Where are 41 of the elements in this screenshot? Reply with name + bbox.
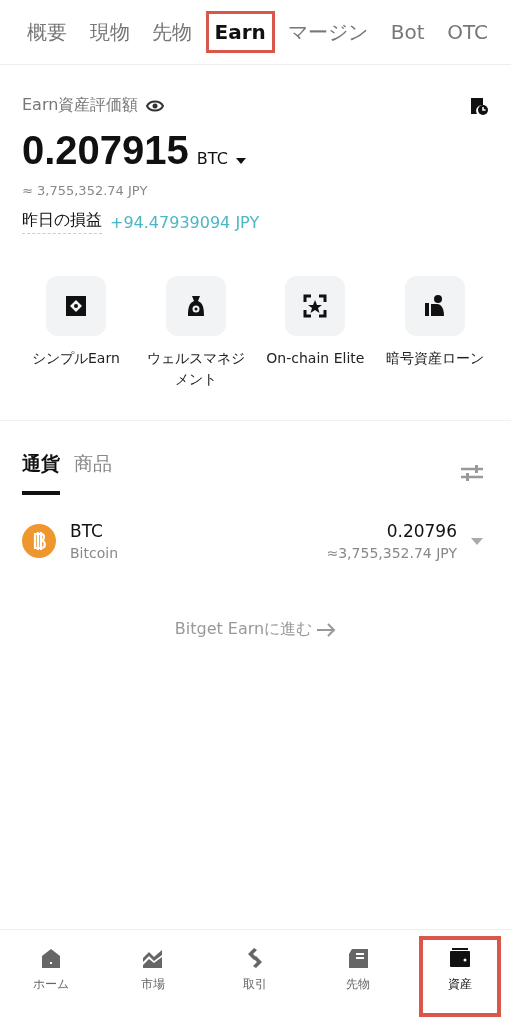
tab[interactable]: マージン: [279, 9, 378, 55]
money-bag-icon[interactable]: [165, 276, 226, 336]
nav-item[interactable]: 市場: [112, 936, 195, 1017]
tab[interactable]: 商品: [74, 451, 112, 495]
history-icon[interactable]: [469, 95, 489, 116]
document-icon: [346, 948, 369, 968]
currency-dropdown[interactable]: BTC: [196, 149, 228, 168]
balance-amount: 0.207915: [22, 128, 189, 173]
envelope-icon[interactable]: [45, 276, 106, 336]
nav-item[interactable]: ホーム: [10, 936, 93, 1017]
nav-item[interactable]: 資産: [418, 936, 501, 1017]
tab[interactable]: OTC: [438, 11, 497, 53]
star-frame-icon[interactable]: [285, 276, 346, 336]
pnl-label: 昨日の損益: [22, 210, 102, 234]
eye-icon[interactable]: [146, 99, 165, 112]
home-icon: [40, 948, 63, 968]
tab[interactable]: 通貨: [22, 451, 60, 495]
tab[interactable]: Bot: [381, 11, 434, 53]
person-icon[interactable]: [405, 276, 466, 336]
tab[interactable]: 先物: [143, 9, 202, 55]
nav-item[interactable]: 先物: [316, 936, 399, 1017]
asset-amount: 0.20796: [386, 521, 457, 541]
pnl-value: +94.47939094 JPY: [110, 212, 260, 232]
nav-item[interactable]: 取引: [214, 936, 297, 1017]
fiat-value: ≈ 3,755,352.74 JPY: [22, 183, 149, 198]
caret-icon: [235, 158, 246, 164]
asset-fiat: ≈3,755,352.74 JPY: [326, 545, 457, 561]
section-title: Earn資産評価額: [22, 95, 139, 116]
shortcut-label[interactable]: ウェルスマネジメント: [145, 348, 246, 390]
shortcut-label[interactable]: On-chain Elite: [265, 348, 366, 369]
chart-icon: [142, 948, 165, 968]
tab[interactable]: 現物: [80, 9, 139, 55]
shortcut-label[interactable]: シンプルEarn: [25, 348, 126, 369]
arrow-icon: [316, 622, 337, 637]
tab[interactable]: Earn: [205, 11, 275, 53]
asset-symbol: BTC: [70, 521, 104, 541]
wallet-icon: [448, 948, 471, 968]
tab[interactable]: 概要: [18, 9, 76, 55]
filter-icon[interactable]: [461, 464, 483, 482]
asset-name: Bitcoin: [70, 545, 118, 561]
shortcut-label[interactable]: 暗号資産ローン: [385, 348, 486, 369]
